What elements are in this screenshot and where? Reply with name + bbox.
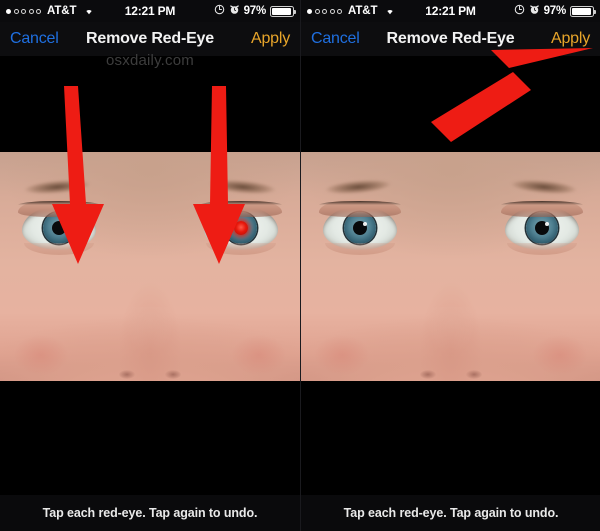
photo-canvas[interactable] [301, 56, 600, 495]
eyebrow-right [500, 174, 588, 197]
instruction-caption: Tap each red-eye. Tap again to undo. [301, 495, 600, 531]
cheek-left [14, 335, 68, 375]
eye-right[interactable] [200, 199, 282, 255]
cheek-left [315, 335, 369, 375]
panel-after: AT&T 12:21 PM 97% Cancel Remove Red-Eye … [300, 0, 600, 531]
rotation-lock-icon [514, 2, 525, 20]
apply-button[interactable]: Apply [551, 30, 590, 48]
navigation-bar: Cancel Remove Red-Eye Apply [0, 22, 300, 56]
nose [117, 307, 183, 381]
face-graphic [301, 152, 600, 381]
face-graphic [0, 152, 300, 381]
cancel-button[interactable]: Cancel [311, 30, 360, 48]
eyebrow-left [13, 174, 101, 197]
status-bar: AT&T 12:21 PM 97% [301, 0, 600, 22]
eye-right[interactable] [501, 199, 583, 255]
battery-percent-label: 97% [543, 5, 567, 17]
status-bar-right: 97% [214, 2, 296, 20]
wifi-icon [83, 2, 95, 20]
eyebrow-right [199, 174, 287, 197]
alarm-clock-icon [229, 2, 240, 20]
status-bar-left: AT&T [307, 2, 396, 20]
instruction-caption: Tap each red-eye. Tap again to undo. [0, 495, 300, 531]
photo-image[interactable] [0, 152, 300, 381]
wifi-icon [384, 2, 396, 20]
signal-strength-icon [6, 8, 41, 14]
status-bar: AT&T 12:21 PM 97% [0, 0, 300, 22]
nose [418, 307, 484, 381]
cancel-button[interactable]: Cancel [10, 30, 59, 48]
signal-strength-icon [307, 8, 342, 14]
carrier-label: AT&T [47, 5, 77, 17]
screenshot-pair: AT&T 12:21 PM 97% Cancel Remove Red-Eye … [0, 0, 600, 531]
cheek-right [533, 335, 587, 375]
apply-button[interactable]: Apply [251, 30, 290, 48]
eye-left[interactable] [319, 199, 401, 255]
panel-before: AT&T 12:21 PM 97% Cancel Remove Red-Eye … [0, 0, 300, 531]
status-bar-left: AT&T [6, 2, 95, 20]
battery-icon [270, 5, 296, 17]
eye-left[interactable] [18, 199, 100, 255]
watermark: osxdaily.com [106, 52, 194, 69]
cheek-right [232, 335, 286, 375]
navigation-bar: Cancel Remove Red-Eye Apply [301, 22, 600, 56]
battery-percent-label: 97% [243, 5, 267, 17]
pupil-right-redeye [234, 221, 248, 235]
photo-image[interactable] [301, 152, 600, 381]
photo-canvas[interactable] [0, 56, 300, 495]
eyebrow-left [314, 174, 402, 197]
alarm-clock-icon [529, 2, 540, 20]
rotation-lock-icon [214, 2, 225, 20]
carrier-label: AT&T [348, 5, 378, 17]
status-bar-right: 97% [514, 2, 596, 20]
battery-icon [570, 5, 596, 17]
